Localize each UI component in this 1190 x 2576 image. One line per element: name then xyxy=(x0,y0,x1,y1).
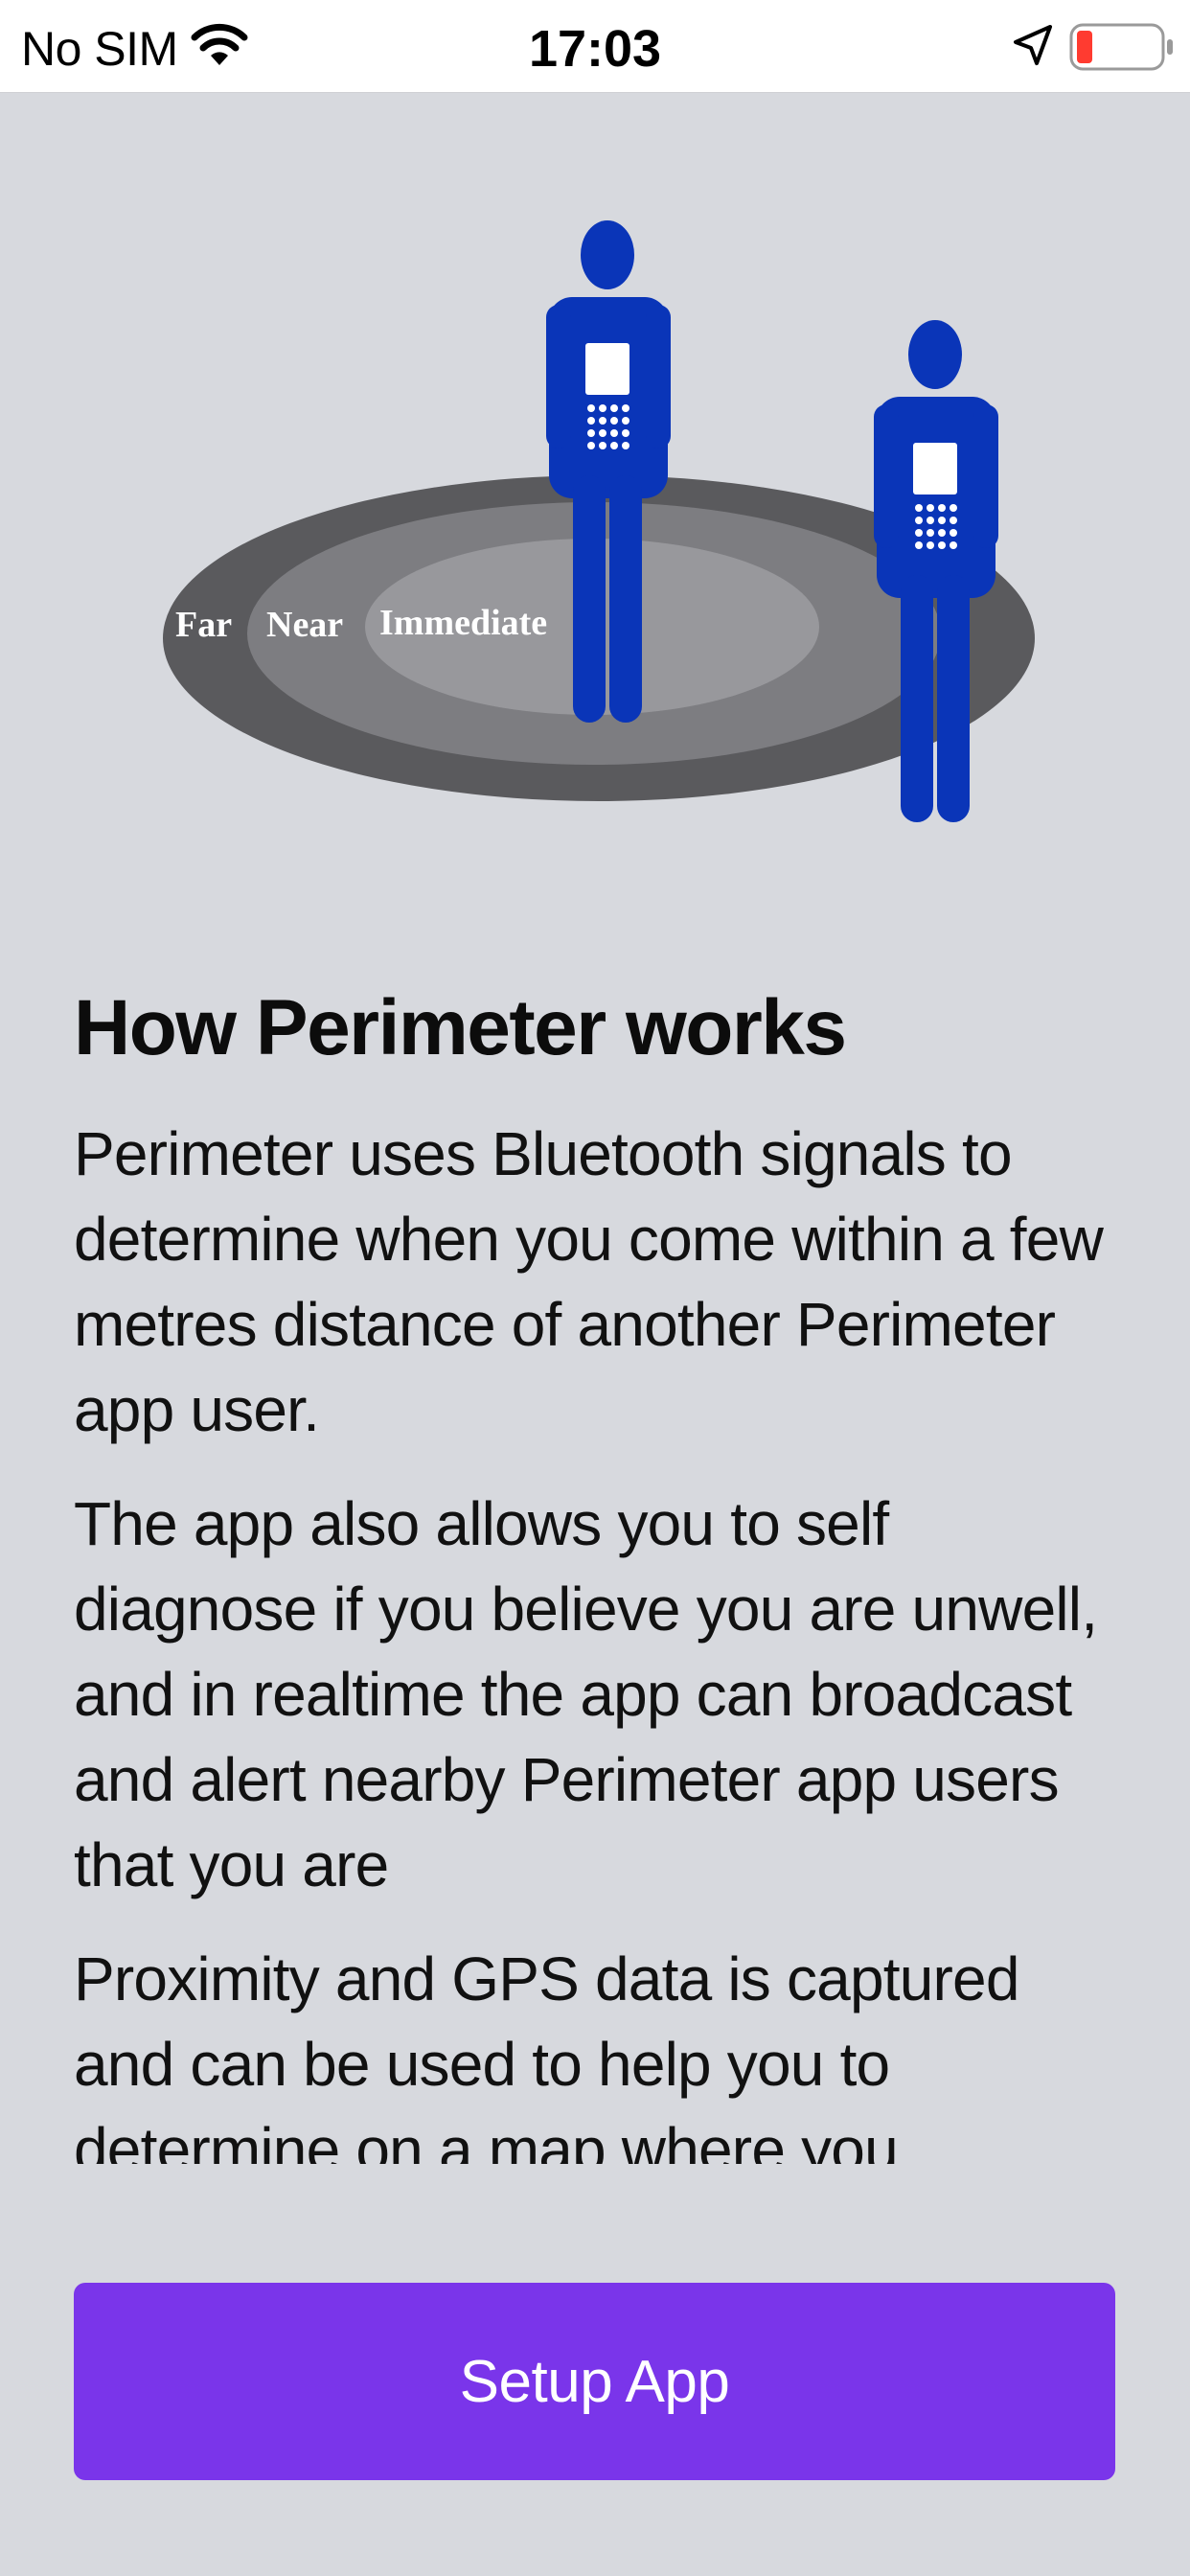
description-scroll-area[interactable]: Perimeter uses Bluetooth signals to dete… xyxy=(74,1112,1128,2164)
setup-app-button[interactable]: Setup App xyxy=(74,2283,1115,2480)
zone-label-near: Near xyxy=(266,605,343,645)
zone-label-far: Far xyxy=(175,605,232,645)
description-paragraph: Proximity and GPS data is captured and c… xyxy=(74,1944,1019,2164)
status-bar: No SIM 17:03 xyxy=(0,0,1190,93)
page-title: How Perimeter works xyxy=(74,984,847,1071)
proximity-illustration: Far Near Immediate xyxy=(163,220,1035,822)
description-paragraph: Perimeter uses Bluetooth signals to dete… xyxy=(74,1119,1104,1444)
battery-low-icon xyxy=(1069,23,1173,71)
location-arrow-icon xyxy=(1014,25,1052,65)
description-paragraph: The app also allows you to self diagnose… xyxy=(74,1489,1098,1899)
zone-label-immediate: Immediate xyxy=(379,603,547,643)
